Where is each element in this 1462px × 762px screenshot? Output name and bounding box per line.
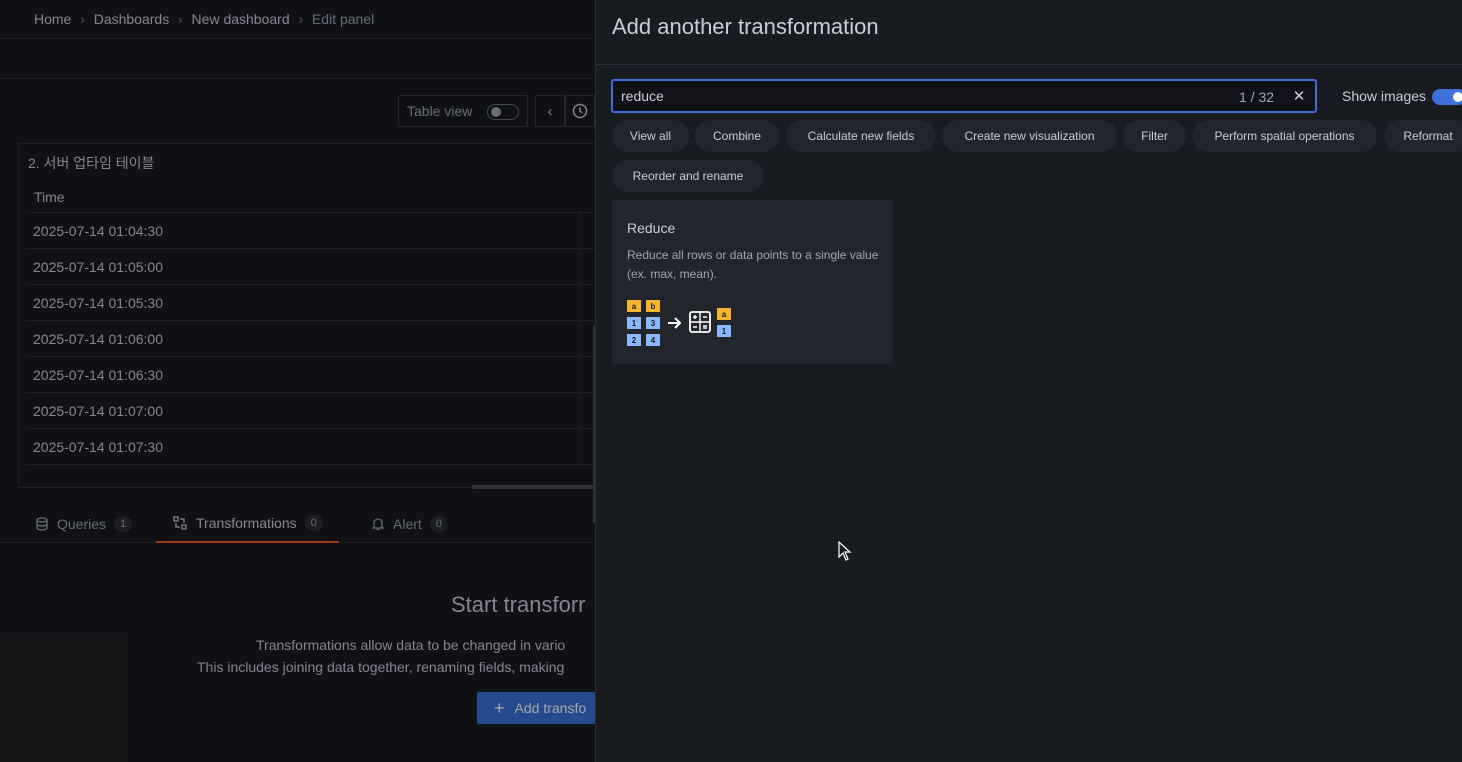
clear-search-icon[interactable]: ✕ (1290, 87, 1308, 105)
filter-reformat[interactable]: Reformat (1384, 120, 1462, 152)
filter-reorder-and-rename[interactable]: Reorder and rename (612, 160, 764, 192)
illustration-cell: 1 (722, 327, 727, 336)
search-input[interactable] (621, 81, 1221, 111)
card-title: Reduce (627, 220, 676, 236)
card-description: Reduce all rows or data points to a sing… (627, 248, 879, 281)
show-images-label: Show images (1342, 88, 1427, 104)
drawer-backdrop[interactable] (0, 0, 595, 762)
illustration-cell: 2 (632, 336, 637, 345)
show-images-toggle[interactable] (1432, 89, 1462, 105)
filter-calculate-new-fields[interactable]: Calculate new fields (786, 120, 936, 152)
illustration-cell: 1 (632, 319, 637, 328)
drawer-title: Add another transformation (612, 14, 879, 39)
reduce-illustration-icon: a b 1 3 2 4 a 1 (627, 300, 731, 346)
drawer-divider (596, 64, 1462, 65)
filter-combine[interactable]: Combine (695, 120, 779, 152)
illustration-cell: 3 (651, 319, 656, 328)
mouse-cursor-icon (838, 541, 852, 561)
illustration-cell: a (632, 302, 637, 311)
search-result-count: 1 / 32 (1239, 89, 1275, 105)
filter-view-all[interactable]: View all (612, 120, 689, 152)
filter-filter[interactable]: Filter (1123, 120, 1186, 152)
illustration-cell: 4 (651, 336, 656, 345)
search-field[interactable]: 1 / 32 ✕ (611, 79, 1317, 113)
add-transformation-drawer: Add another transformation 1 / 32 ✕ Show… (595, 0, 1462, 762)
filter-perform-spatial-operations[interactable]: Perform spatial operations (1192, 120, 1377, 152)
illustration-cell: b (651, 302, 656, 311)
filter-create-new-visualization[interactable]: Create new visualization (942, 120, 1117, 152)
illustration-cell: a (722, 310, 727, 319)
transformation-card-reduce[interactable]: Reduce Reduce all rows or data points to… (612, 200, 893, 364)
